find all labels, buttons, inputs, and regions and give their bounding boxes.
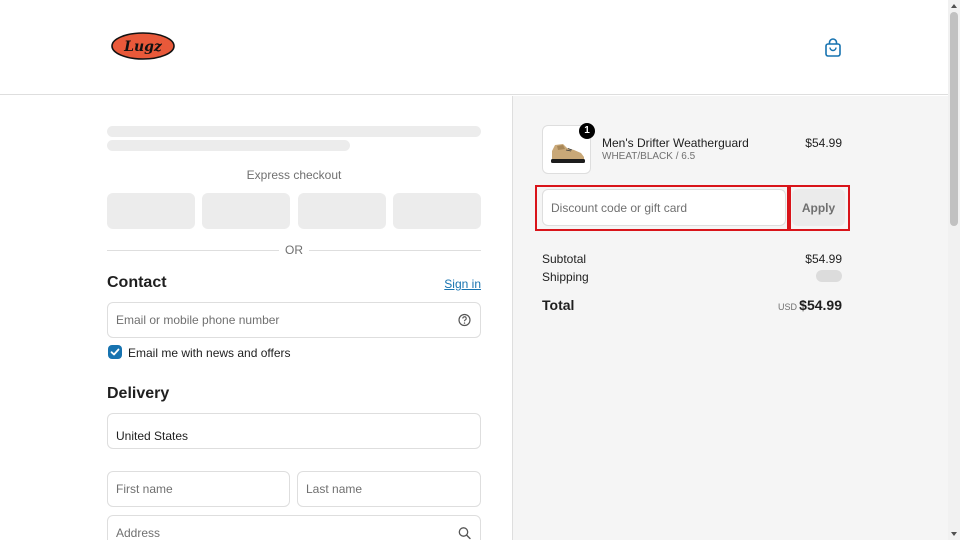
product-price: $54.99 — [805, 136, 842, 150]
shipping-label: Shipping — [542, 270, 589, 284]
shipping-loading-placeholder — [816, 270, 842, 282]
contact-heading: Contact — [107, 274, 167, 291]
newsletter-checkbox[interactable] — [108, 345, 122, 359]
product-name: Men's Drifter Weatherguard — [602, 136, 749, 150]
total-currency: USD — [778, 302, 798, 312]
shopping-bag-icon[interactable] — [824, 38, 842, 57]
header: Lugz — [0, 0, 948, 95]
loading-skeleton-line — [107, 126, 481, 137]
or-divider-text: OR — [285, 243, 303, 257]
express-pay-button[interactable] — [393, 193, 481, 229]
delivery-heading: Delivery — [107, 385, 170, 402]
total-label: Total — [542, 297, 575, 313]
discount-placeholder: Discount code or gift card — [551, 200, 688, 215]
discount-code-input[interactable]: Discount code or gift card — [542, 189, 786, 226]
email-placeholder: Email or mobile phone number — [116, 313, 280, 327]
lugz-logo[interactable]: Lugz — [111, 32, 175, 60]
newsletter-label[interactable]: Email me with news and offers — [128, 346, 291, 360]
express-checkout-label: Express checkout — [246, 168, 342, 182]
scroll-down-arrow-icon[interactable] — [950, 530, 958, 538]
search-icon[interactable] — [458, 527, 471, 540]
address-placeholder: Address — [116, 526, 161, 540]
first-name-field[interactable]: First name — [107, 471, 290, 507]
last-name-placeholder: Last name — [306, 482, 363, 496]
country-select[interactable]: United States — [107, 413, 481, 449]
divider — [107, 250, 279, 251]
checkmark-icon — [110, 348, 120, 356]
scroll-up-arrow-icon[interactable] — [950, 2, 958, 10]
subtotal-value: $54.99 — [805, 252, 842, 266]
email-field[interactable]: Email or mobile phone number — [107, 302, 481, 338]
apply-button[interactable]: Apply — [792, 189, 845, 226]
scrollbar-thumb[interactable] — [950, 12, 958, 226]
help-circle-icon[interactable] — [458, 313, 471, 327]
sign-in-link[interactable]: Sign in — [430, 277, 481, 291]
total-value: $54.99 — [799, 297, 842, 313]
address-field[interactable]: Address — [107, 515, 481, 540]
subtotal-label: Subtotal — [542, 252, 587, 266]
first-name-placeholder: First name — [116, 482, 173, 496]
divider — [309, 250, 481, 251]
product-variant: WHEAT/BLACK / 6.5 — [602, 151, 696, 162]
express-pay-button[interactable] — [107, 193, 195, 229]
loading-skeleton-line — [107, 140, 350, 151]
express-pay-button[interactable] — [202, 193, 290, 229]
country-value: United States — [116, 429, 189, 443]
express-pay-button[interactable] — [298, 193, 386, 229]
quantity-badge: 1 — [579, 123, 595, 139]
last-name-field[interactable]: Last name — [297, 471, 481, 507]
svg-text:Lugz: Lugz — [123, 39, 163, 55]
